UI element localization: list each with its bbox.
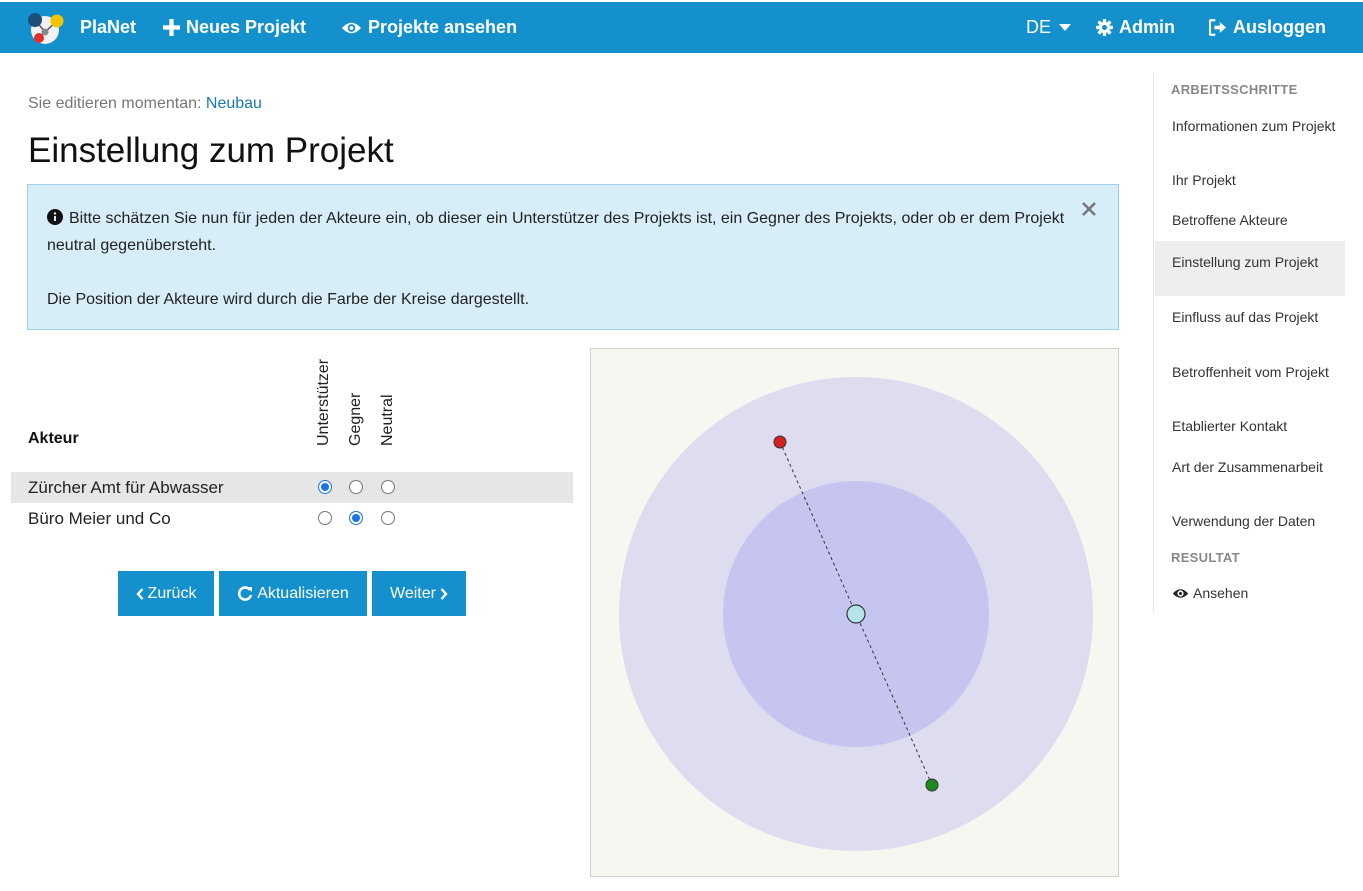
language-dropdown[interactable]: DE [1026,2,1072,53]
info-circle-icon [47,209,63,225]
radio-neutral[interactable] [381,511,395,525]
gear-icon [1096,19,1113,36]
refresh-button[interactable]: Aktualisieren [219,571,367,616]
refresh-icon [238,585,253,601]
actor-node-supporter[interactable] [925,778,939,792]
radio-neutral[interactable] [381,480,395,494]
sidebar-item-einstellung[interactable]: Einstellung zum Projekt [1172,255,1337,270]
section-header-result: RESULTAT [1171,550,1240,565]
new-project-label: Neues Projekt [186,17,307,37]
radio-supporter[interactable] [318,511,332,525]
alert-line-2: Die Position der Akteure wird durch die … [47,291,530,308]
info-alert: Bitte schätzen Sie nun für jeden der Akt… [27,184,1119,330]
sidebar-item-daten[interactable]: Verwendung der Daten [1172,514,1337,529]
chevron-left-icon [135,587,143,600]
refresh-label: Aktualisieren [257,584,349,602]
navbar: PlaNet Neues Projekt Projekte ansehen DE [0,2,1363,53]
table-row: Büro Meier und Co [11,503,573,534]
sidebar-item-ansehen[interactable]: Ansehen [1172,586,1337,601]
sidebar-item-einfluss[interactable]: Einfluss auf das Projekt [1172,310,1337,325]
admin-label: Admin [1119,17,1175,37]
logout-link[interactable]: Ausloggen [1209,2,1326,53]
view-projects-link[interactable]: Projekte ansehen [341,2,517,53]
workflow-sidebar: ARBEITSSCHRITTE Informationen zum Projek… [1153,73,1345,613]
actor-name: Zürcher Amt für Abwasser [28,478,224,497]
column-header-supporter: Unterstützer [315,358,332,446]
admin-link[interactable]: Admin [1096,2,1175,53]
next-button[interactable]: Weiter [372,571,466,616]
eye-icon [1172,589,1189,598]
sidebar-item-betroffenheit[interactable]: Betroffenheit vom Projekt [1172,365,1337,380]
radio-opponent[interactable] [349,511,363,525]
radio-opponent[interactable] [349,480,363,494]
plus-icon [163,19,180,36]
graph-canvas [619,377,1093,851]
close-icon[interactable] [1080,200,1098,218]
alert-body: Bitte schätzen Sie nun für jeden der Akt… [47,205,1077,313]
actor-network-graph [590,348,1119,877]
chevron-right-icon [440,587,448,600]
alert-line-1: Bitte schätzen Sie nun für jeden der Akt… [47,210,1065,254]
back-button[interactable]: Zurück [118,571,214,616]
eye-icon [341,22,362,33]
sidebar-item-ihr-projekt[interactable]: Ihr Projekt [1172,173,1337,188]
project-center-node[interactable] [846,604,866,624]
caret-down-icon [1059,24,1072,31]
sidebar-item-kontakt[interactable]: Etablierter Kontakt [1172,419,1337,434]
actor-name: Büro Meier und Co [28,509,171,528]
ansehen-label: Ansehen [1193,585,1249,601]
language-label: DE [1026,17,1052,37]
radio-supporter[interactable] [318,480,332,494]
new-project-link[interactable]: Neues Projekt [163,2,306,53]
view-projects-label: Projekte ansehen [368,17,518,37]
next-label: Weiter [390,584,436,602]
sidebar-item-informationen[interactable]: Informationen zum Projekt [1172,119,1337,134]
brand-name: PlaNet [80,17,137,37]
column-header-neutral: Neutral [379,394,396,446]
editing-info: Sie editieren momentan: Neubau [28,95,262,113]
section-header-steps: ARBEITSSCHRITTE [1171,82,1298,97]
editing-prefix: Sie editieren momentan: [28,95,202,112]
brand-link[interactable]: PlaNet [26,2,136,53]
sidebar-item-betroffene-akteure[interactable]: Betroffene Akteure [1172,213,1337,228]
column-header-opponent: Gegner [347,392,364,446]
actor-node-opponent[interactable] [773,435,787,449]
logout-label: Ausloggen [1233,17,1326,37]
back-label: Zurück [147,584,197,602]
planet-logo-icon [28,12,64,44]
page-title: Einstellung zum Projekt [28,131,394,170]
sign-out-icon [1209,19,1227,36]
table-row: Zürcher Amt für Abwasser [11,472,573,503]
sidebar-item-zusammenarbeit[interactable]: Art der Zusammenarbeit [1172,460,1337,475]
column-header-akteur: Akteur [28,430,79,447]
editing-project-link[interactable]: Neubau [206,95,262,112]
